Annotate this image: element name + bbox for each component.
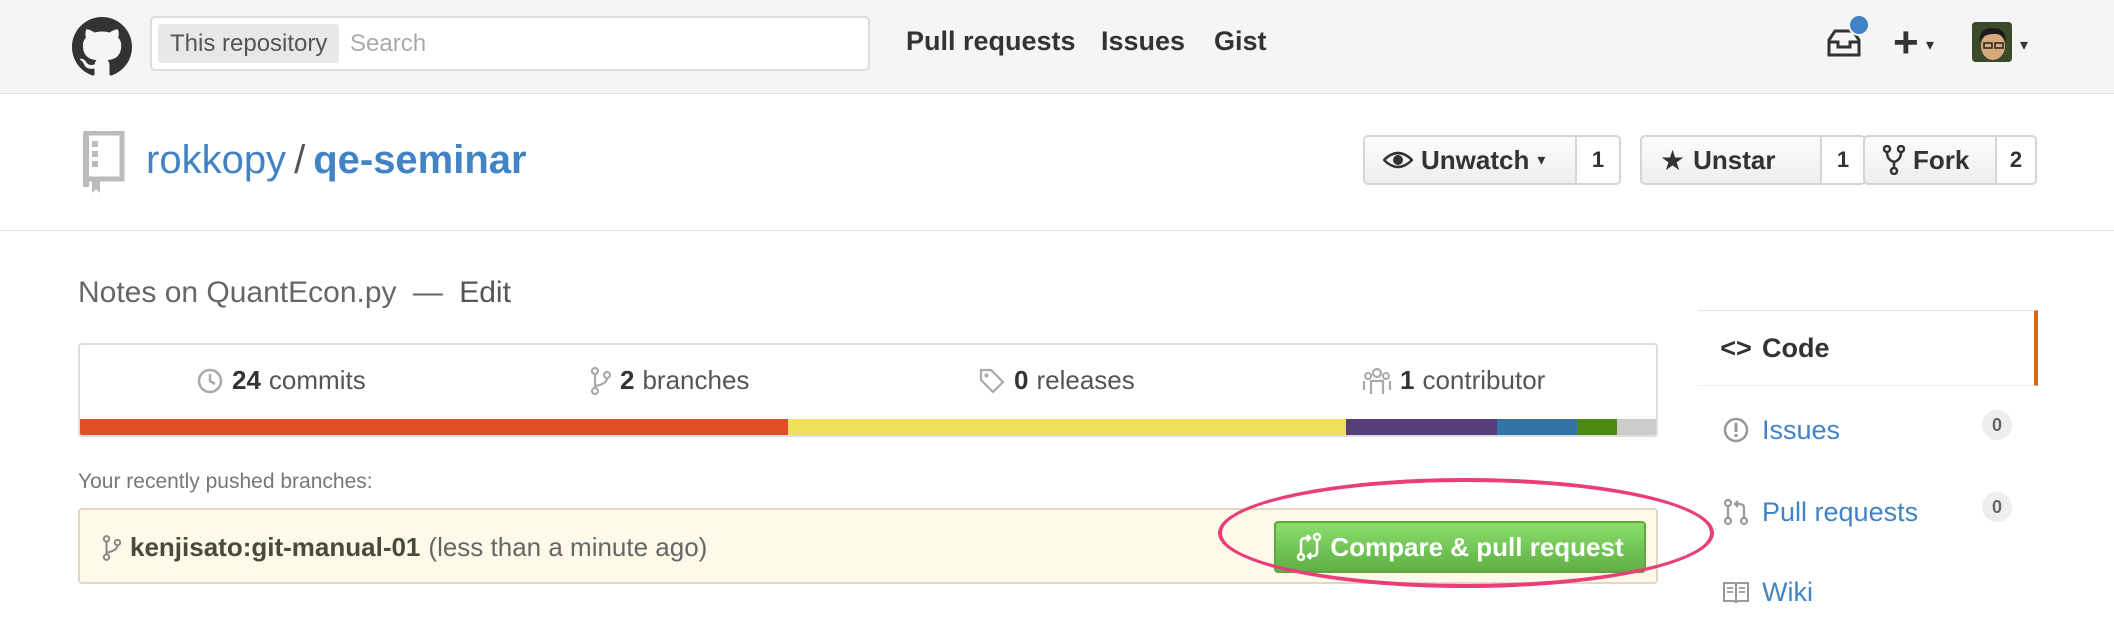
releases-count: 0 — [1014, 365, 1029, 395]
unwatch-button[interactable]: Unwatch ▾ — [1363, 135, 1577, 185]
repo-description: Notes on QuantEcon.py — Edit — [78, 276, 511, 310]
nav-issues[interactable]: Issues — [1101, 26, 1185, 57]
sidebar-item-label: Pull requests — [1762, 496, 1919, 527]
contributors-stat[interactable]: 1 contributor — [1362, 365, 1545, 396]
git-pull-request-icon — [1723, 498, 1749, 526]
commits-stat[interactable]: 24 commits — [196, 365, 366, 396]
star-button-group: ★ Unstar 1 — [1640, 135, 1866, 185]
repo-sidebar-nav: <> Code Issues 0 Pull requests 0 Wiki — [1698, 310, 2038, 607]
create-new-icon[interactable]: + — [1893, 18, 1919, 68]
recent-branches-label: Your recently pushed branches: — [78, 470, 373, 493]
search-input[interactable]: Search — [350, 24, 426, 63]
avatar-image — [1972, 22, 2012, 62]
releases-label: releases — [1036, 365, 1135, 395]
sidebar-item-pull-requests[interactable]: Pull requests 0 — [1698, 474, 2038, 550]
tag-icon — [979, 368, 1005, 394]
language-segment — [80, 419, 788, 435]
issue-opened-icon — [1723, 417, 1749, 443]
organization-icon — [1362, 367, 1392, 394]
unwatch-label: Unwatch — [1421, 144, 1530, 175]
stargazers-count[interactable]: 1 — [1822, 135, 1866, 185]
issues-counter: 0 — [1982, 410, 2012, 440]
caret-down-icon: ▾ — [1537, 152, 1546, 169]
repo-owner-link[interactable]: rokkopy — [146, 138, 286, 182]
unread-indicator — [1848, 14, 1870, 36]
book-icon — [1723, 582, 1749, 604]
description-separator: — — [412, 276, 443, 309]
branch-icon — [102, 534, 122, 561]
unstar-button[interactable]: ★ Unstar — [1640, 135, 1822, 185]
repo-path-separator: / — [294, 138, 306, 182]
language-bar[interactable] — [80, 419, 1656, 435]
language-segment — [1345, 419, 1497, 435]
nav-gist[interactable]: Gist — [1214, 26, 1267, 57]
contributors-count: 1 — [1400, 365, 1415, 395]
recent-branch: kenjisato:git-manual-01 (less than a min… — [102, 532, 707, 563]
repository-header: rokkopy / qe-seminar Unwatch ▾ 1 ★ Unstar … — [0, 95, 2114, 231]
recent-branch-notice: kenjisato:git-manual-01 (less than a min… — [78, 508, 1658, 584]
repo-stats-box: 24 commits 2 branches 0 releases 1 contr… — [78, 343, 1658, 437]
sidebar-item-label: Issues — [1762, 414, 1841, 445]
search-scope-label: This repository — [158, 24, 340, 63]
sidebar-item-label: Code — [1762, 332, 1830, 363]
avatar[interactable] — [1972, 22, 2012, 62]
repo-description-text: Notes on QuantEcon.py — [78, 276, 397, 309]
fork-label: Fork — [1913, 144, 1970, 175]
language-segment — [1616, 419, 1656, 435]
repo-icon — [83, 131, 125, 193]
nav-pull-requests[interactable]: Pull requests — [906, 26, 1076, 57]
fork-button[interactable]: Fork — [1863, 135, 1997, 185]
fork-icon — [1883, 145, 1905, 175]
recent-branch-name[interactable]: kenjisato:git-manual-01 — [130, 532, 420, 563]
watchers-count[interactable]: 1 — [1577, 135, 1621, 185]
sidebar-item-wiki[interactable]: Wiki — [1698, 554, 2038, 630]
sidebar-item-label: Wiki — [1762, 576, 1813, 607]
edit-description-link[interactable]: Edit — [459, 276, 511, 309]
code-icon: <> — [1720, 332, 1752, 363]
repo-name-link[interactable]: qe-seminar — [313, 138, 526, 182]
compare-pull-request-label: Compare & pull request — [1330, 531, 1624, 562]
language-segment — [1496, 419, 1578, 435]
pull-requests-counter: 0 — [1982, 492, 2012, 522]
branches-count: 2 — [620, 365, 635, 395]
eye-icon — [1383, 151, 1413, 169]
commits-count: 24 — [232, 365, 261, 395]
releases-stat[interactable]: 0 releases — [978, 365, 1135, 396]
branch-icon — [590, 366, 612, 395]
github-logo-icon[interactable] — [72, 17, 132, 77]
fork-button-group: Fork 2 — [1863, 135, 2037, 185]
language-segment — [1577, 419, 1617, 435]
commits-label: commits — [268, 365, 366, 395]
search-box[interactable]: This repository Search — [150, 16, 870, 71]
forks-count[interactable]: 2 — [1997, 135, 2037, 185]
repo-title: rokkopy / qe-seminar — [146, 135, 527, 185]
sidebar-item-issues[interactable]: Issues 0 — [1698, 392, 2038, 468]
create-caret-icon[interactable]: ▾ — [1926, 35, 1934, 55]
unstar-label: Unstar — [1693, 144, 1776, 175]
history-icon — [197, 368, 223, 393]
sidebar-item-code[interactable]: <> Code — [1698, 310, 2038, 386]
branches-label: branches — [642, 365, 750, 395]
recent-branch-time: (less than a minute ago) — [428, 532, 708, 562]
watch-button-group: Unwatch ▾ 1 — [1363, 135, 1621, 185]
site-header: This repository Search Pull requests Iss… — [0, 0, 2114, 94]
branches-stat[interactable]: 2 branches — [590, 365, 749, 396]
user-menu-caret-icon[interactable]: ▾ — [2020, 35, 2028, 55]
language-segment — [787, 419, 1346, 435]
contributors-label: contributor — [1422, 365, 1546, 395]
compare-pull-request-button[interactable]: Compare & pull request — [1274, 521, 1646, 573]
git-compare-icon — [1297, 532, 1322, 562]
star-icon: ★ — [1660, 144, 1686, 176]
